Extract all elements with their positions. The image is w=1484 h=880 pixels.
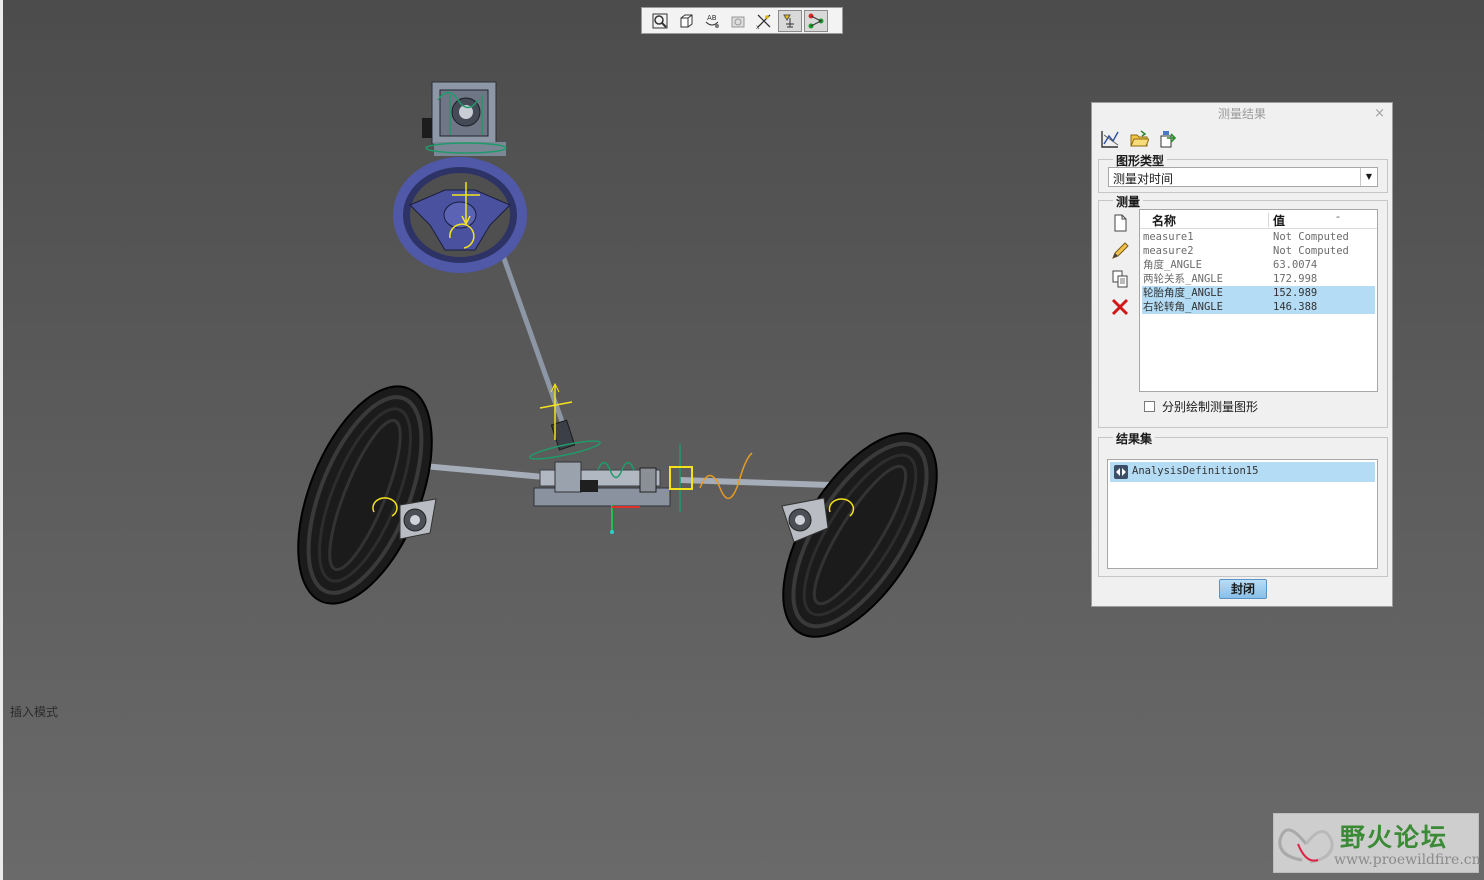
measure-row-name: 右轮转角_ANGLE xyxy=(1143,301,1223,313)
forum-logo-icon xyxy=(1278,828,1334,864)
measure-table: 名称 值 - measure1 Not Computed measure2 Not C… xyxy=(1139,209,1378,392)
steering-wheel xyxy=(393,157,527,273)
svg-text:AB: AB xyxy=(707,14,717,22)
saved-view-icon[interactable] xyxy=(674,10,698,32)
delete-icon[interactable] xyxy=(1110,297,1130,317)
column-more-header[interactable]: - xyxy=(1336,210,1340,223)
measure-row-value: 63.0074 xyxy=(1273,259,1318,271)
connection-display-icon[interactable] xyxy=(804,9,828,32)
measure-row-name: 两轮关系_ANGLE xyxy=(1143,273,1223,285)
measure-row[interactable]: measure2 Not Computed xyxy=(1142,244,1375,258)
analysis-definition-icon xyxy=(1114,465,1128,479)
column-name-header[interactable]: 名称 xyxy=(1152,212,1176,229)
result-set-item[interactable]: AnalysisDefinition15 xyxy=(1110,462,1375,482)
datum-display-icon[interactable]: x xyxy=(752,10,776,32)
separate-plot-checkbox[interactable] xyxy=(1144,401,1155,412)
dialog-toolbar xyxy=(1100,129,1178,149)
graph-type-value: 测量对时间 xyxy=(1113,172,1174,186)
left-tire xyxy=(297,385,433,605)
measure-row[interactable]: 右轮转角_ANGLE 146.388 xyxy=(1142,300,1375,314)
svg-text:x: x xyxy=(756,24,760,30)
measure-row-value: Not Computed xyxy=(1273,231,1349,243)
measure-row-value: 152.989 xyxy=(1273,287,1318,299)
dialog-title: 测量结果 xyxy=(1217,107,1266,121)
result-set-legend: 结果集 xyxy=(1113,430,1156,447)
measure-results-dialog: 测量结果 × 图形类型 测量对时间 ▼ 测量 名称 值 - measure1 No… xyxy=(1091,102,1393,607)
graph-icon[interactable] xyxy=(1100,129,1120,149)
separate-plot-label: 分别绘制测量图形 xyxy=(1162,400,1259,414)
pinion-joint xyxy=(529,382,601,460)
measure-row-value: 172.998 xyxy=(1273,273,1318,285)
view-toolbar: AB x xyxy=(641,7,843,34)
close-button[interactable]: 封闭 xyxy=(1219,579,1267,599)
column-divider xyxy=(1268,213,1269,227)
result-set-item-label: AnalysisDefinition15 xyxy=(1132,465,1259,477)
copy-icon[interactable] xyxy=(1110,269,1130,289)
close-icon[interactable]: × xyxy=(1374,106,1385,121)
zoom-fit-icon[interactable] xyxy=(648,10,672,32)
measure-row-name: 轮胎角度_ANGLE xyxy=(1143,287,1223,299)
measure-row-name: measure1 xyxy=(1143,231,1194,243)
insert-mode-label: 插入模式 xyxy=(10,705,59,719)
model-viewport[interactable] xyxy=(0,0,1090,880)
chevron-down-icon[interactable]: ▼ xyxy=(1360,168,1377,186)
measure-row-name: 角度_ANGLE xyxy=(1143,259,1202,271)
right-tire xyxy=(782,432,938,638)
export-icon[interactable] xyxy=(1158,129,1178,149)
watermark-title: 野火论坛 xyxy=(1340,823,1449,852)
result-set-list: AnalysisDefinition15 xyxy=(1107,459,1378,569)
measure-row[interactable]: 角度_ANGLE 63.0074 xyxy=(1142,258,1375,272)
measure-row[interactable]: 两轮关系_ANGLE 172.998 xyxy=(1142,272,1375,286)
measure-legend: 测量 xyxy=(1113,193,1144,210)
measure-row[interactable]: 轮胎角度_ANGLE 152.989 xyxy=(1142,286,1375,300)
new-measure-icon[interactable] xyxy=(1110,213,1130,233)
measure-row-value: 146.388 xyxy=(1273,301,1318,313)
column-value-header[interactable]: 值 xyxy=(1273,212,1285,229)
graph-type-select[interactable]: 测量对时间 ▼ xyxy=(1108,167,1378,187)
measure-table-header: 名称 值 - xyxy=(1140,210,1377,229)
spin-center-icon[interactable] xyxy=(726,10,750,32)
annotation-display-icon[interactable]: AB xyxy=(700,10,724,32)
steering-rack xyxy=(533,461,671,507)
open-folder-icon[interactable] xyxy=(1129,129,1150,149)
forum-watermark: 野火论坛 www.proewildfire.cn xyxy=(1273,813,1481,873)
measure-row-name: measure2 xyxy=(1143,245,1194,257)
measure-row[interactable]: measure1 Not Computed xyxy=(1142,230,1375,244)
watermark-url: www.proewildfire.cn xyxy=(1334,852,1481,868)
measure-row-value: Not Computed xyxy=(1273,245,1349,257)
edit-pencil-icon[interactable] xyxy=(1110,241,1130,261)
mechanism-display-icon[interactable] xyxy=(778,9,802,32)
